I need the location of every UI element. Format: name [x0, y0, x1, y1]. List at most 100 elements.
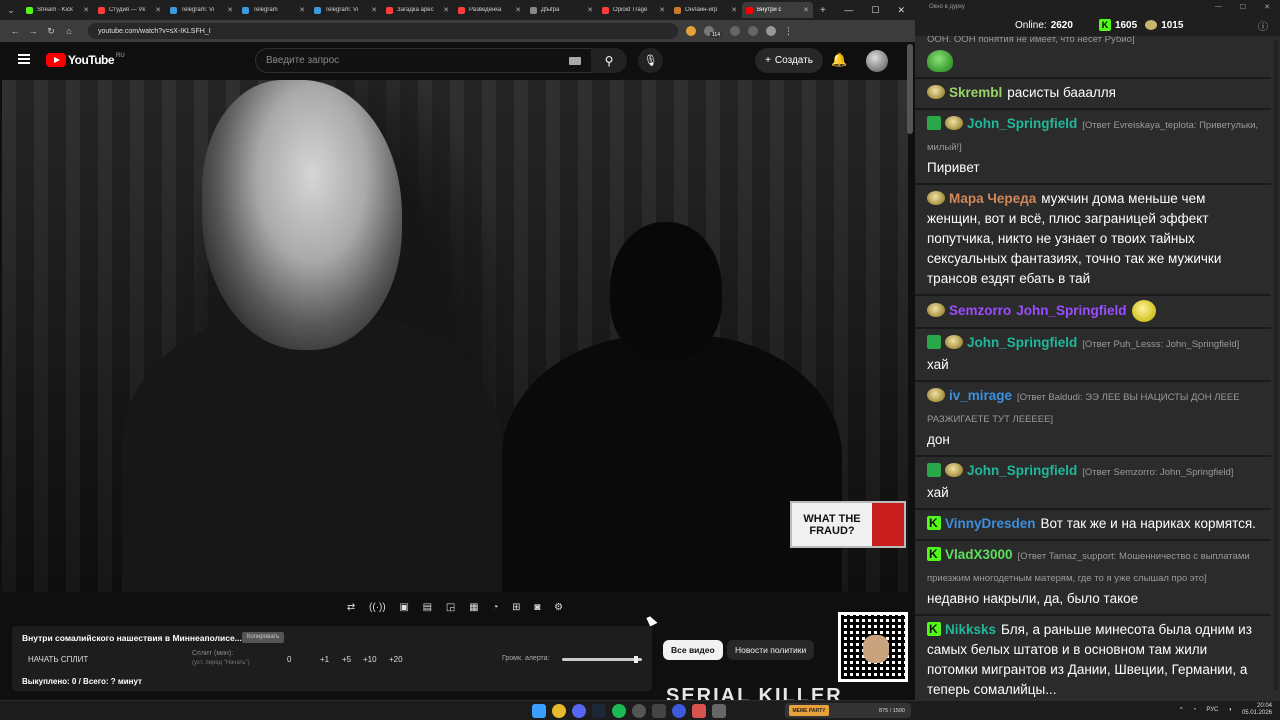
- screen-icon[interactable]: ▣: [399, 602, 408, 613]
- settings-gear-icon[interactable]: ⚙: [554, 602, 563, 613]
- video-player[interactable]: [2, 80, 908, 592]
- browser-tab[interactable]: Студия — Vk ✕: [94, 2, 165, 18]
- search-button[interactable]: ⚲: [591, 48, 627, 73]
- extension-icon[interactable]: [686, 26, 696, 36]
- media-widget[interactable]: МЕМЕ PARTY 875 / 1500: [785, 703, 911, 718]
- avatar[interactable]: [866, 50, 888, 72]
- browser-tab[interactable]: Telegram ✕: [238, 2, 309, 18]
- chat-username[interactable]: John_Springfield: [967, 335, 1077, 350]
- start-split-button[interactable]: НАЧАТЬ СПЛИТ: [28, 655, 88, 664]
- tray-wifi-icon[interactable]: ◔: [1193, 707, 1197, 713]
- screenshot-icon[interactable]: ◙: [534, 602, 540, 613]
- menu-dots-icon[interactable]: ⋮: [784, 26, 793, 37]
- close-icon[interactable]: ✕: [897, 5, 905, 16]
- tab-close-icon[interactable]: ✕: [587, 6, 593, 14]
- theater-icon[interactable]: ▦: [469, 602, 478, 613]
- chat-username[interactable]: Мара Череда: [949, 191, 1036, 206]
- chrome-icon[interactable]: [552, 704, 566, 718]
- home-icon[interactable]: ⌂: [60, 26, 78, 36]
- tray-volume-icon[interactable]: ◖: [1228, 707, 1232, 713]
- reload-icon[interactable]: ↻: [42, 26, 60, 37]
- notifications-bell-icon[interactable]: 🔔: [831, 52, 847, 68]
- browser-tab[interactable]: Telegram: Vi ✕: [310, 2, 381, 18]
- tab-close-icon[interactable]: ✕: [731, 6, 737, 14]
- pip-icon[interactable]: ◲: [446, 602, 455, 613]
- tab-close-icon[interactable]: ✕: [227, 6, 233, 14]
- speed-icon[interactable]: ◔: [492, 602, 498, 613]
- maximize-icon[interactable]: ☐: [1240, 3, 1246, 11]
- url-field[interactable]: youtube.com/watch?v=sX-IKLSFH_I: [88, 23, 678, 39]
- tab-close-icon[interactable]: ✕: [803, 6, 809, 14]
- browser-tab[interactable]: Разведенка ✕: [454, 2, 525, 18]
- step-button[interactable]: +20: [389, 655, 403, 664]
- tab-close-icon[interactable]: ✕: [515, 6, 521, 14]
- up-next-thumbnail-text[interactable]: SERIAL KILLER: [666, 682, 906, 700]
- browser-tab[interactable]: Stream - Kick ✕: [22, 2, 93, 18]
- clock[interactable]: 20:04 05.01.2026: [1242, 703, 1272, 717]
- tab-close-icon[interactable]: ✕: [659, 6, 665, 14]
- obs-icon[interactable]: [632, 704, 646, 718]
- app-icon[interactable]: [712, 704, 726, 718]
- voice-search-button[interactable]: 🎙: [638, 48, 663, 73]
- youtube-logo[interactable]: YouTube RU: [46, 53, 125, 67]
- windows-start-icon[interactable]: [532, 704, 546, 718]
- browser-tab[interactable]: Внутри с ✕: [742, 2, 813, 18]
- chat-messages[interactable]: ООН. ООН понятия не имеет, что несет Руб…: [915, 36, 1271, 700]
- alert-volume-slider[interactable]: [562, 656, 642, 663]
- maximize-icon[interactable]: ☐: [871, 5, 879, 16]
- browser-tab[interactable]: Дfыfра ✕: [526, 2, 597, 18]
- chat-username[interactable]: VladX3000: [945, 547, 1013, 562]
- steam-icon[interactable]: [592, 704, 606, 718]
- spotify-icon[interactable]: [612, 704, 626, 718]
- language-indicator[interactable]: РУС: [1206, 707, 1218, 713]
- back-icon[interactable]: ←: [6, 26, 24, 36]
- audio-icon[interactable]: ((·)): [369, 602, 386, 613]
- app-icon[interactable]: [672, 704, 686, 718]
- new-tab-button[interactable]: +: [820, 5, 826, 16]
- tab-search-icon[interactable]: ⌄: [0, 0, 22, 20]
- tab-close-icon[interactable]: ✕: [155, 6, 161, 14]
- step-button[interactable]: +1: [320, 655, 329, 664]
- chat-username[interactable]: Semzorro: [949, 303, 1011, 318]
- tray-arrow-icon[interactable]: ^: [1180, 707, 1183, 713]
- clip-icon[interactable]: ▤: [423, 602, 432, 613]
- info-icon[interactable]: ⓘ: [1258, 18, 1268, 33]
- tab-close-icon[interactable]: ✕: [443, 6, 449, 14]
- tab-close-icon[interactable]: ✕: [371, 6, 377, 14]
- browser-tab[interactable]: Загадка арес ✕: [382, 2, 453, 18]
- chat-mention[interactable]: John_Springfield: [1016, 303, 1126, 318]
- loop-icon[interactable]: ⇄: [347, 602, 355, 613]
- discord-icon[interactable]: [572, 704, 586, 718]
- browser-tab[interactable]: Opioid Trage ✕: [598, 2, 669, 18]
- copy-button[interactable]: Копировать: [242, 632, 285, 643]
- chat-username[interactable]: John_Springfield: [967, 463, 1077, 478]
- split-value[interactable]: 0: [287, 655, 291, 664]
- chat-username[interactable]: Nikksks: [945, 622, 996, 637]
- chip-all-videos[interactable]: Все видео: [663, 640, 723, 660]
- step-button[interactable]: +10: [363, 655, 377, 664]
- page-scrollbar[interactable]: [907, 44, 913, 134]
- tab-close-icon[interactable]: ✕: [83, 6, 89, 14]
- chat-username[interactable]: iv_mirage: [949, 388, 1012, 403]
- app-icon[interactable]: [652, 704, 666, 718]
- extensions-puzzle-icon[interactable]: [729, 26, 740, 36]
- close-icon[interactable]: ✕: [1264, 3, 1270, 11]
- browser-tab[interactable]: Telegram: Vi ✕: [166, 2, 237, 18]
- browser-tab[interactable]: Онлайн-игр ✕: [670, 2, 741, 18]
- create-button[interactable]: + Создать: [755, 48, 823, 73]
- add-icon[interactable]: ⊞: [512, 602, 520, 613]
- keyboard-icon[interactable]: [569, 57, 581, 65]
- step-button[interactable]: +5: [342, 655, 351, 664]
- menu-icon[interactable]: [18, 54, 30, 64]
- profile-icon[interactable]: [765, 26, 776, 36]
- minimize-icon[interactable]: —: [1215, 3, 1222, 11]
- app-icon[interactable]: [692, 704, 706, 718]
- chat-username[interactable]: Skrembl: [949, 85, 1002, 100]
- chip-politics-news[interactable]: Новости политики: [727, 640, 815, 660]
- minimize-icon[interactable]: —: [844, 5, 853, 16]
- chat-scrollbar[interactable]: [1274, 40, 1278, 690]
- chat-username[interactable]: VinnyDresden: [945, 516, 1036, 531]
- slider-knob[interactable]: [634, 656, 639, 663]
- search-input[interactable]: Введите запрос: [255, 48, 592, 73]
- chat-username[interactable]: John_Springfield: [967, 116, 1077, 131]
